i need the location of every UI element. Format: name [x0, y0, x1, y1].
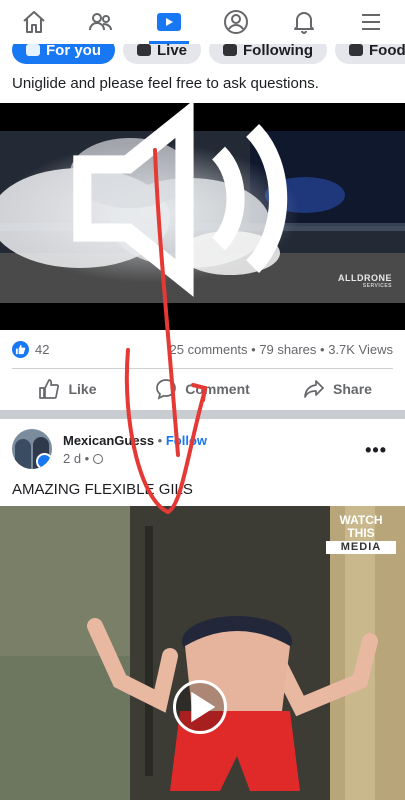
- watermark-top: WATCH THIS: [339, 513, 383, 540]
- post-caption: Uniglide and please feel free to ask que…: [12, 75, 319, 92]
- food-icon: [349, 44, 363, 56]
- chip-label: Live: [157, 41, 188, 59]
- like-label: Like: [68, 381, 97, 397]
- nav-video[interactable]: [135, 0, 203, 44]
- comment-label: Comment: [185, 381, 250, 397]
- post-author-line: MexicanGuess • Follow: [63, 433, 207, 448]
- divider: [12, 368, 393, 369]
- follow-separator: •: [157, 433, 163, 448]
- verified-badge-icon: [36, 453, 52, 469]
- chip-label: Food: [369, 41, 405, 59]
- reaction-count[interactable]: 42: [35, 342, 49, 357]
- thumbs-up-icon: [39, 379, 60, 399]
- watermark-bottom: MEDIA: [326, 541, 396, 554]
- nav-notifications[interactable]: [270, 0, 338, 44]
- nav-friends[interactable]: [68, 0, 136, 44]
- post-meta: 2 d •: [63, 451, 104, 466]
- friends-icon: [89, 13, 113, 31]
- live-icon: [137, 44, 151, 56]
- menu-icon: [362, 14, 381, 30]
- engagement-summary[interactable]: 25 comments • 79 shares • 3.7K Views: [170, 342, 393, 357]
- nav-menu[interactable]: [338, 0, 405, 44]
- post-stats: 42 25 comments • 79 shares • 3.7K Views: [12, 340, 393, 358]
- chip-label: Following: [243, 41, 313, 59]
- video-player[interactable]: WATCH THIS MEDIA: [0, 506, 405, 800]
- avatar[interactable]: [12, 429, 52, 469]
- play-button[interactable]: [173, 680, 227, 734]
- play-icon: [191, 691, 216, 723]
- like-reaction-icon: [12, 340, 29, 358]
- follow-button[interactable]: Follow: [166, 433, 207, 448]
- video-icon: [156, 13, 181, 31]
- video-watermark: WATCH THIS MEDIA: [326, 514, 396, 554]
- author-name[interactable]: MexicanGuess: [63, 433, 154, 448]
- more-options-icon[interactable]: •••: [365, 440, 387, 461]
- share-icon: [304, 380, 324, 398]
- home-icon: [23, 11, 45, 33]
- comment-button[interactable]: Comment: [135, 373, 270, 405]
- comment-icon: [156, 379, 177, 400]
- share-button[interactable]: Share: [270, 373, 405, 405]
- post-actions: Like Comment Share: [0, 373, 405, 405]
- nav-home[interactable]: [0, 0, 68, 44]
- post-time[interactable]: 2 d •: [63, 451, 89, 466]
- following-icon: [223, 44, 238, 56]
- profile-icon: [224, 10, 249, 34]
- post-separator: [0, 410, 405, 419]
- notifications-icon: [293, 12, 314, 34]
- chip-label: For you: [46, 41, 101, 59]
- video-player[interactable]: ALLDRONE SERVICES: [0, 103, 405, 330]
- nav-profile[interactable]: [203, 0, 271, 44]
- volume-icon[interactable]: [0, 103, 387, 312]
- globe-icon: [93, 453, 104, 464]
- top-navigation: [0, 0, 405, 44]
- post-caption: AMAZING FLEXIBLE GILS: [12, 481, 193, 498]
- for-you-icon: [26, 44, 40, 56]
- share-label: Share: [333, 381, 372, 397]
- like-button[interactable]: Like: [0, 373, 135, 405]
